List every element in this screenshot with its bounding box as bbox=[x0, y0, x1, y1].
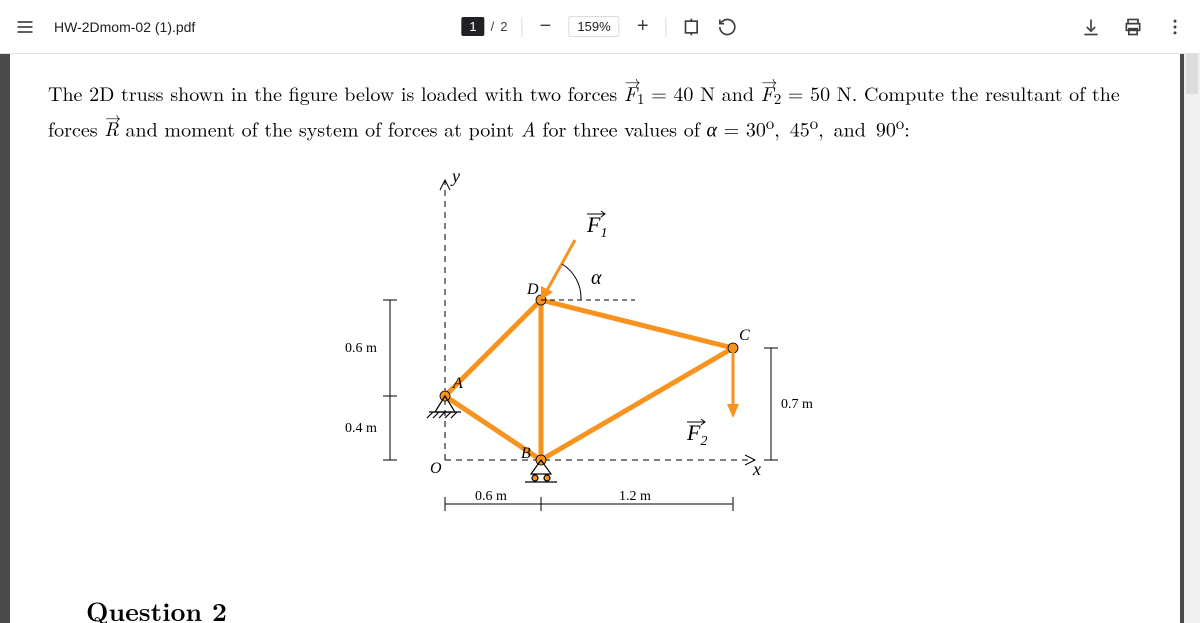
zoom-level[interactable]: 159% bbox=[568, 16, 619, 37]
label-B: B bbox=[521, 445, 531, 462]
menu-icon[interactable] bbox=[14, 16, 36, 38]
separator bbox=[666, 17, 667, 37]
label-F2: F2 bbox=[686, 420, 707, 449]
file-name: HW-2Dmom-02 (1).pdf bbox=[54, 19, 195, 35]
label-F1: F1 bbox=[586, 212, 607, 241]
rotate-icon[interactable] bbox=[717, 16, 739, 38]
page-indicator: 1 / 2 bbox=[461, 17, 507, 36]
dim-12m: 1.2 m bbox=[619, 489, 651, 504]
fit-page-icon[interactable] bbox=[681, 16, 703, 38]
label-x: x bbox=[752, 459, 761, 479]
print-icon[interactable] bbox=[1122, 16, 1144, 38]
label-alpha: α bbox=[591, 267, 602, 289]
pdf-viewport[interactable]: The 2D truss shown in the figure below i… bbox=[0, 54, 1200, 623]
label-A: A bbox=[452, 375, 463, 392]
pdf-toolbar: HW-2Dmom-02 (1).pdf 1 / 2 − 159% + bbox=[0, 0, 1200, 54]
page-separator: / bbox=[491, 19, 495, 34]
label-O: O bbox=[430, 460, 442, 477]
dim-04m: 0.4 m bbox=[345, 421, 377, 436]
problem-statement: The 2D truss shown in the figure below i… bbox=[48, 78, 1142, 142]
dim-07m: 0.7 m bbox=[781, 397, 813, 412]
zoom-in-button[interactable]: + bbox=[634, 15, 652, 38]
zoom-out-button[interactable]: − bbox=[536, 15, 554, 38]
dim-06m-a: 0.6 m bbox=[345, 341, 377, 356]
page-current-input[interactable]: 1 bbox=[461, 17, 484, 36]
label-y: y bbox=[450, 166, 460, 186]
page-total: 2 bbox=[500, 19, 507, 34]
scrollbar-thumb[interactable] bbox=[1186, 54, 1198, 94]
label-D: D bbox=[526, 281, 539, 298]
truss-figure: y x O bbox=[335, 160, 855, 520]
dim-06m-b: 0.6 m bbox=[475, 489, 507, 504]
more-icon[interactable] bbox=[1164, 16, 1186, 38]
label-C: C bbox=[739, 327, 750, 344]
separator bbox=[521, 17, 522, 37]
pdf-page: The 2D truss shown in the figure below i… bbox=[10, 54, 1180, 623]
next-question-heading: Question 2 bbox=[86, 592, 227, 623]
download-icon[interactable] bbox=[1080, 16, 1102, 38]
scrollbar-track[interactable] bbox=[1184, 54, 1200, 623]
